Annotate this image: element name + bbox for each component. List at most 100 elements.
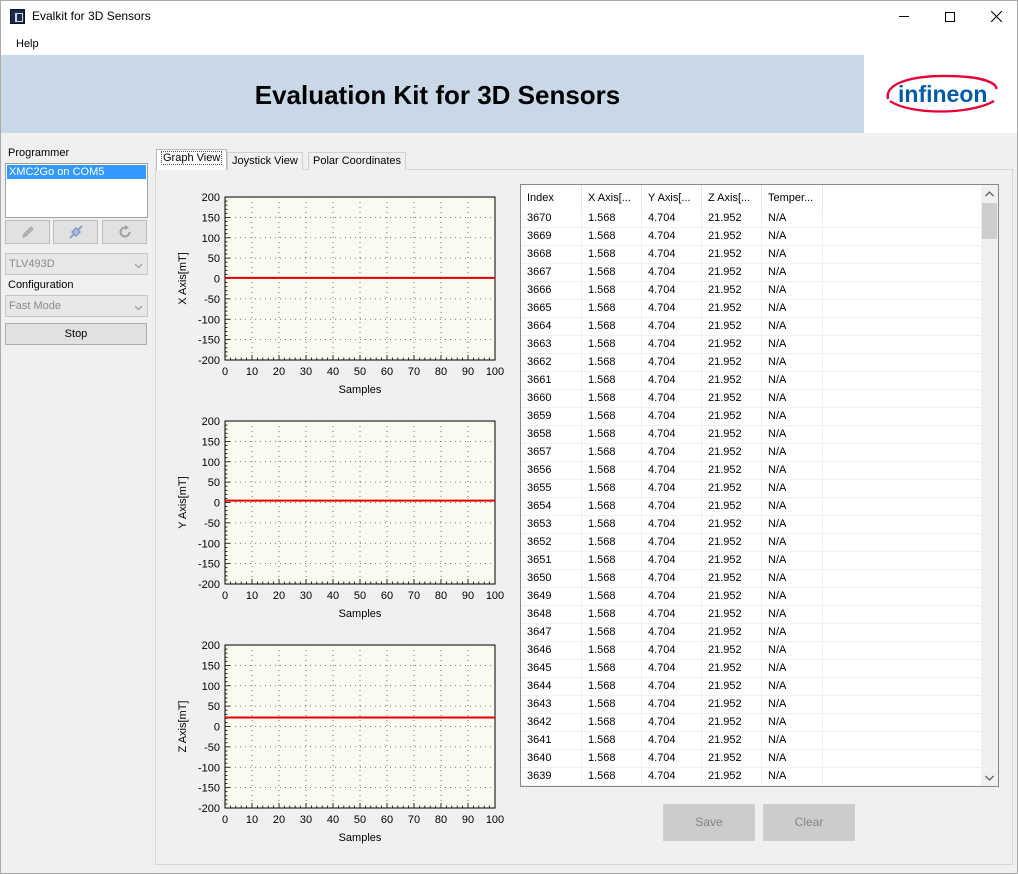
x-tick-label: 0 (222, 590, 228, 602)
maximize-button[interactable] (927, 1, 973, 32)
y-tick-label: 200 (202, 416, 220, 428)
cell-temperature: N/A (762, 750, 823, 768)
table-row[interactable]: 3663 1.568 4.704 21.952 N/A (521, 336, 981, 354)
cell-x-axis: 1.568 (582, 660, 642, 678)
cell-index: 3659 (521, 408, 582, 426)
cell-temperature: N/A (762, 588, 823, 606)
data-table[interactable]: Index X Axis[... Y Axis[... Z Axis[... T… (520, 184, 999, 787)
scroll-down-button[interactable] (981, 769, 998, 786)
cell-y-axis: 4.704 (642, 210, 702, 228)
minimize-button[interactable] (881, 1, 927, 32)
table-row[interactable]: 3664 1.568 4.704 21.952 N/A (521, 318, 981, 336)
table-row[interactable]: 3647 1.568 4.704 21.952 N/A (521, 624, 981, 642)
sensor-select[interactable]: TLV493D (5, 253, 148, 275)
table-row[interactable]: 3639 1.568 4.704 21.952 N/A (521, 768, 981, 786)
cell-y-axis: 4.704 (642, 768, 702, 786)
tab-joystick-view[interactable]: Joystick View (227, 152, 303, 170)
table-row[interactable]: 3659 1.568 4.704 21.952 N/A (521, 408, 981, 426)
column-header-index[interactable]: Index (521, 185, 582, 211)
table-row[interactable]: 3656 1.568 4.704 21.952 N/A (521, 462, 981, 480)
table-row[interactable]: 3667 1.568 4.704 21.952 N/A (521, 264, 981, 282)
x-tick-label: 70 (408, 366, 420, 378)
cell-x-axis: 1.568 (582, 246, 642, 264)
table-row[interactable]: 3669 1.568 4.704 21.952 N/A (521, 228, 981, 246)
stop-button[interactable]: Stop (5, 323, 147, 345)
table-row[interactable]: 3655 1.568 4.704 21.952 N/A (521, 480, 981, 498)
y-tick-label: -150 (198, 335, 220, 347)
cell-index: 3667 (521, 264, 582, 282)
table-row[interactable]: 3657 1.568 4.704 21.952 N/A (521, 444, 981, 462)
x-axis-chart: 0 10 20 30 40 50 60 70 80 90 100 200 150 100 50 0 -50 -10… (171, 187, 511, 403)
column-header-temperature[interactable]: Temper... (762, 185, 823, 211)
table-row[interactable]: 3666 1.568 4.704 21.952 N/A (521, 282, 981, 300)
save-button[interactable]: Save (663, 804, 755, 841)
connect-button[interactable] (53, 220, 98, 244)
cell-index: 3653 (521, 516, 582, 534)
table-row[interactable]: 3650 1.568 4.704 21.952 N/A (521, 570, 981, 588)
programmer-list[interactable]: XMC2Go on COM5 (5, 163, 148, 218)
edit-button[interactable] (5, 220, 50, 244)
table-row[interactable]: 3661 1.568 4.704 21.952 N/A (521, 372, 981, 390)
table-row[interactable]: 3649 1.568 4.704 21.952 N/A (521, 588, 981, 606)
cell-temperature: N/A (762, 390, 823, 408)
column-header-x-axis[interactable]: X Axis[... (582, 185, 642, 211)
table-row[interactable]: 3643 1.568 4.704 21.952 N/A (521, 696, 981, 714)
cell-z-axis: 21.952 (702, 570, 762, 588)
cell-y-axis: 4.704 (642, 498, 702, 516)
table-row[interactable]: 3654 1.568 4.704 21.952 N/A (521, 498, 981, 516)
menu-help[interactable]: Help (16, 38, 39, 50)
cell-temperature: N/A (762, 624, 823, 642)
configuration-select-value: Fast Mode (9, 300, 61, 312)
svg-text:infineon: infineon (898, 81, 987, 107)
table-row[interactable]: 3640 1.568 4.704 21.952 N/A (521, 750, 981, 768)
table-row[interactable]: 3651 1.568 4.704 21.952 N/A (521, 552, 981, 570)
x-tick-label: 90 (462, 814, 474, 826)
table-row[interactable]: 3660 1.568 4.704 21.952 N/A (521, 390, 981, 408)
cell-y-axis: 4.704 (642, 282, 702, 300)
tab-graph-view[interactable]: Graph View (156, 149, 228, 170)
header-banner: Evaluation Kit for 3D Sensors (1, 55, 864, 133)
column-header-y-axis[interactable]: Y Axis[... (642, 185, 702, 211)
cell-temperature: N/A (762, 426, 823, 444)
cell-z-axis: 21.952 (702, 318, 762, 336)
scroll-thumb[interactable] (982, 203, 997, 239)
table-row[interactable]: 3665 1.568 4.704 21.952 N/A (521, 300, 981, 318)
x-axis-label: Samples (339, 384, 382, 396)
table-row[interactable]: 3648 1.568 4.704 21.952 N/A (521, 606, 981, 624)
configuration-select[interactable]: Fast Mode (5, 295, 148, 317)
cell-x-axis: 1.568 (582, 444, 642, 462)
cell-y-axis: 4.704 (642, 408, 702, 426)
cell-temperature: N/A (762, 642, 823, 660)
table-row[interactable]: 3645 1.568 4.704 21.952 N/A (521, 660, 981, 678)
table-row[interactable]: 3668 1.568 4.704 21.952 N/A (521, 246, 981, 264)
x-tick-label: 60 (381, 366, 393, 378)
cell-x-axis: 1.568 (582, 642, 642, 660)
table-row[interactable]: 3642 1.568 4.704 21.952 N/A (521, 714, 981, 732)
table-scrollbar[interactable] (981, 185, 998, 786)
clear-button[interactable]: Clear (763, 804, 855, 841)
cell-x-axis: 1.568 (582, 624, 642, 642)
y-tick-label: -150 (198, 559, 220, 571)
x-tick-label: 80 (435, 814, 447, 826)
cell-y-axis: 4.704 (642, 336, 702, 354)
table-row[interactable]: 3653 1.568 4.704 21.952 N/A (521, 516, 981, 534)
cell-z-axis: 21.952 (702, 336, 762, 354)
cell-index: 3668 (521, 246, 582, 264)
table-row[interactable]: 3670 1.568 4.704 21.952 N/A (521, 210, 981, 228)
table-row[interactable]: 3641 1.568 4.704 21.952 N/A (521, 732, 981, 750)
x-tick-label: 80 (435, 366, 447, 378)
refresh-button[interactable] (102, 220, 147, 244)
cell-y-axis: 4.704 (642, 750, 702, 768)
close-button[interactable] (973, 1, 1018, 32)
table-row[interactable]: 3644 1.568 4.704 21.952 N/A (521, 678, 981, 696)
table-row[interactable]: 3662 1.568 4.704 21.952 N/A (521, 354, 981, 372)
tab-polar-coordinates[interactable]: Polar Coordinates (308, 152, 407, 170)
table-row[interactable]: 3652 1.568 4.704 21.952 N/A (521, 534, 981, 552)
cell-x-axis: 1.568 (582, 390, 642, 408)
table-row[interactable]: 3658 1.568 4.704 21.952 N/A (521, 426, 981, 444)
column-header-z-axis[interactable]: Z Axis[... (702, 185, 762, 211)
cell-index: 3663 (521, 336, 582, 354)
scroll-up-button[interactable] (981, 185, 998, 202)
table-row[interactable]: 3646 1.568 4.704 21.952 N/A (521, 642, 981, 660)
programmer-item[interactable]: XMC2Go on COM5 (7, 165, 146, 179)
